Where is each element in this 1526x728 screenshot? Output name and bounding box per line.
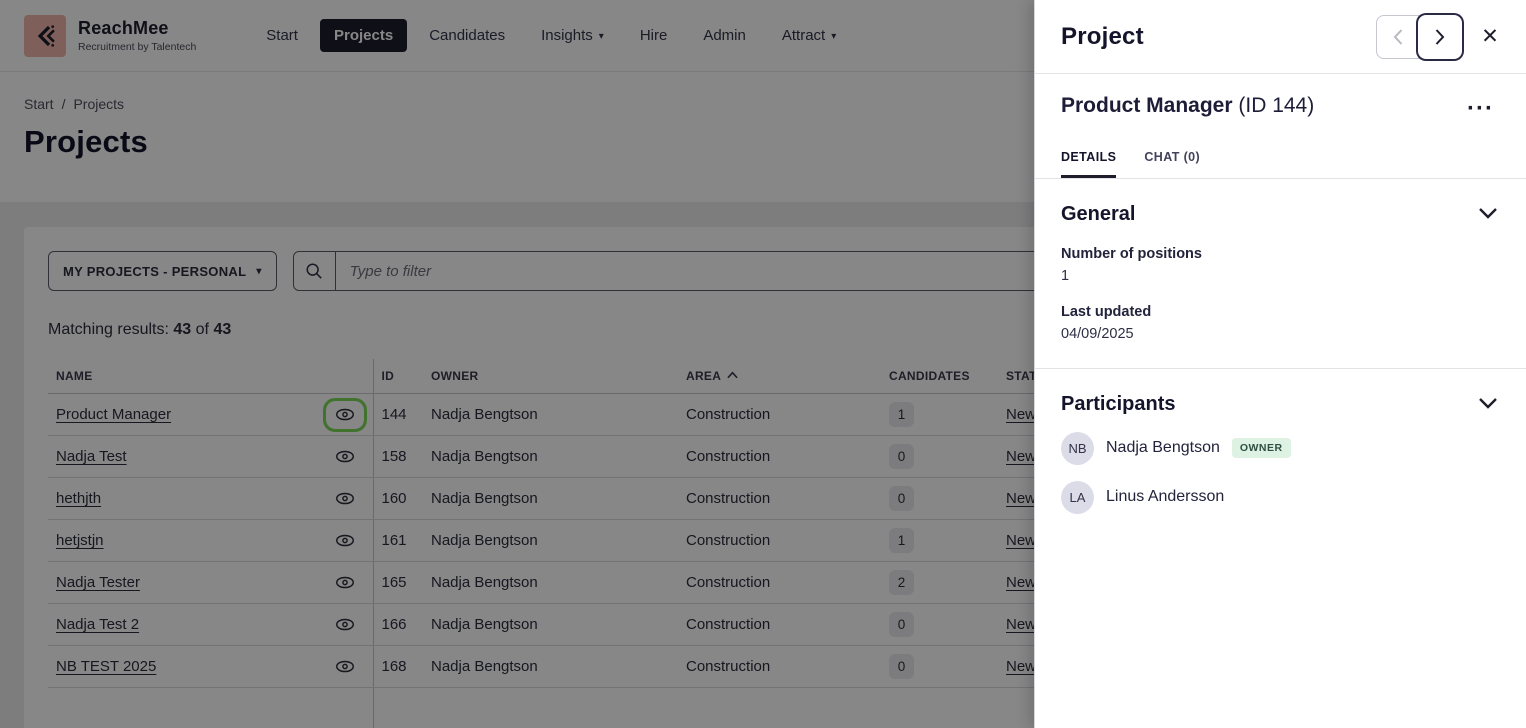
chevron-left-icon (1392, 28, 1404, 46)
owner-badge: OWNER (1232, 438, 1291, 458)
participants-heading: Participants (1061, 393, 1476, 416)
collapse-participants-button[interactable] (1476, 395, 1500, 414)
previous-project-button[interactable] (1377, 16, 1419, 58)
panel-tabs: DETAILS CHAT (0) (1035, 124, 1526, 179)
participants-section: Participants NB Nadja Bengtson OWNER LA … (1035, 369, 1526, 540)
participant-row: LA Linus Andersson (1061, 481, 1500, 514)
panel-title: Project (1061, 23, 1376, 51)
avatar: LA (1061, 481, 1094, 514)
project-detail-panel: Project ✕ Product Manager (ID 144) ··· D… (1034, 0, 1526, 728)
panel-header: Project ✕ (1035, 0, 1526, 74)
general-heading: General (1061, 203, 1476, 226)
project-heading: Product Manager (ID 144) (1061, 94, 1461, 118)
collapse-general-button[interactable] (1476, 205, 1500, 224)
avatar: NB (1061, 432, 1094, 465)
project-pager (1376, 15, 1462, 59)
chevron-down-icon (1478, 397, 1498, 409)
chevron-right-icon (1434, 28, 1446, 46)
tab-details[interactable]: DETAILS (1061, 150, 1116, 178)
project-title-row: Product Manager (ID 144) ··· (1035, 74, 1526, 124)
tab-chat[interactable]: CHAT (0) (1144, 150, 1200, 178)
project-id: (ID 144) (1238, 94, 1314, 117)
field-last-updated: Last updated 04/09/2025 (1061, 304, 1500, 342)
close-icon: ✕ (1481, 25, 1499, 48)
next-project-button[interactable] (1418, 15, 1462, 59)
project-name: Product Manager (1061, 94, 1233, 117)
participant-row: NB Nadja Bengtson OWNER (1061, 432, 1500, 465)
general-section: General Number of positions 1 Last updat… (1035, 179, 1526, 369)
close-panel-button[interactable]: ✕ (1470, 17, 1510, 57)
field-number-of-positions: Number of positions 1 (1061, 246, 1500, 284)
more-actions-button[interactable]: ··· (1461, 94, 1500, 124)
general-section-header[interactable]: General (1061, 203, 1500, 226)
ellipsis-icon: ··· (1467, 95, 1494, 122)
chevron-down-icon (1478, 207, 1498, 219)
participants-section-header[interactable]: Participants (1061, 393, 1500, 416)
